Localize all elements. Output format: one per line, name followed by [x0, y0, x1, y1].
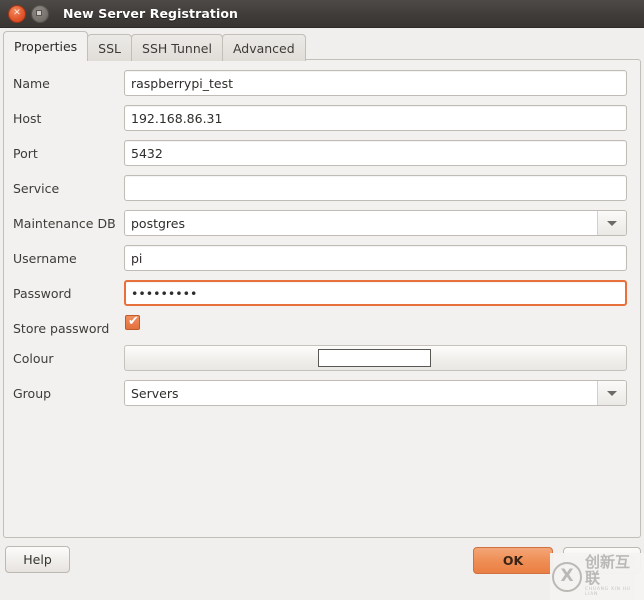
watermark-logo-letter: X	[554, 564, 580, 590]
store-password-control: ✔	[124, 315, 642, 341]
row-password: Password	[4, 280, 642, 306]
watermark-cn-text: 创新互联	[585, 555, 644, 587]
chevron-down-glyph	[607, 391, 617, 396]
colour-swatch	[318, 349, 431, 367]
ok-button-label: OK	[503, 553, 523, 568]
row-store-password: Store password ✔	[4, 315, 642, 341]
host-input[interactable]	[124, 105, 627, 131]
name-input[interactable]	[124, 70, 627, 96]
chevron-down-icon[interactable]	[597, 381, 626, 405]
name-label: Name	[4, 76, 124, 91]
username-control	[124, 245, 642, 271]
help-button[interactable]: Help	[5, 546, 70, 573]
username-input[interactable]	[124, 245, 627, 271]
chevron-down-icon[interactable]	[597, 211, 626, 235]
service-input[interactable]	[124, 175, 627, 201]
row-port: Port	[4, 140, 642, 166]
password-input[interactable]	[124, 280, 627, 306]
row-host: Host	[4, 105, 642, 131]
help-button-label: Help	[23, 552, 52, 567]
maintenance-db-control: postgres	[124, 210, 642, 236]
watermark-pinyin-text: CHUANG XIN HU LIAN	[585, 588, 644, 598]
store-password-label: Store password	[4, 321, 124, 336]
port-input[interactable]	[124, 140, 627, 166]
tab-ssh-tunnel-label: SSH Tunnel	[142, 41, 212, 56]
tab-bar: Properties SSL SSH Tunnel Advanced	[3, 31, 641, 61]
close-icon[interactable]: ✕	[8, 5, 26, 23]
group-control: Servers	[124, 380, 642, 406]
username-label: Username	[4, 251, 124, 266]
tab-ssl-label: SSL	[98, 41, 121, 56]
port-control	[124, 140, 642, 166]
properties-panel: Name Host Port Service Maintenance DB	[3, 59, 641, 538]
row-username: Username	[4, 245, 642, 271]
colour-control	[124, 345, 642, 371]
host-control	[124, 105, 642, 131]
colour-picker-button[interactable]	[124, 345, 627, 371]
row-service: Service	[4, 175, 642, 201]
host-label: Host	[4, 111, 124, 126]
password-control	[124, 280, 642, 306]
tab-advanced[interactable]: Advanced	[222, 34, 306, 61]
maintenance-db-combobox[interactable]: postgres	[124, 210, 627, 236]
window-title: New Server Registration	[63, 6, 238, 21]
tab-properties[interactable]: Properties	[3, 31, 88, 61]
password-label: Password	[4, 286, 124, 301]
ok-button[interactable]: OK	[473, 547, 553, 574]
service-label: Service	[4, 181, 124, 196]
maximize-icon[interactable]	[31, 5, 49, 23]
chevron-down-glyph	[607, 221, 617, 226]
window-titlebar: ✕ New Server Registration	[0, 0, 644, 28]
group-label: Group	[4, 386, 124, 401]
watermark-logo-icon: X	[552, 562, 582, 592]
close-glyph: ✕	[9, 6, 25, 22]
tab-advanced-label: Advanced	[233, 41, 295, 56]
row-colour: Colour	[4, 345, 642, 371]
store-password-checkbox[interactable]: ✔	[125, 315, 140, 330]
group-value: Servers	[125, 381, 597, 405]
port-label: Port	[4, 146, 124, 161]
watermark: X 创新互联 CHUANG XIN HU LIAN	[550, 553, 644, 600]
tab-ssl[interactable]: SSL	[87, 34, 132, 61]
maximize-glyph	[36, 10, 42, 16]
tab-ssh-tunnel[interactable]: SSH Tunnel	[131, 34, 223, 61]
name-control	[124, 70, 642, 96]
checkmark-icon: ✔	[128, 315, 139, 328]
service-control	[124, 175, 642, 201]
watermark-text: 创新互联 CHUANG XIN HU LIAN	[585, 555, 644, 597]
colour-label: Colour	[4, 351, 124, 366]
row-name: Name	[4, 70, 642, 96]
row-maintenance-db: Maintenance DB postgres	[4, 210, 642, 236]
maintenance-db-label: Maintenance DB	[4, 216, 124, 231]
row-group: Group Servers	[4, 380, 642, 406]
maintenance-db-value: postgres	[125, 211, 597, 235]
tab-properties-label: Properties	[14, 39, 77, 54]
group-combobox[interactable]: Servers	[124, 380, 627, 406]
